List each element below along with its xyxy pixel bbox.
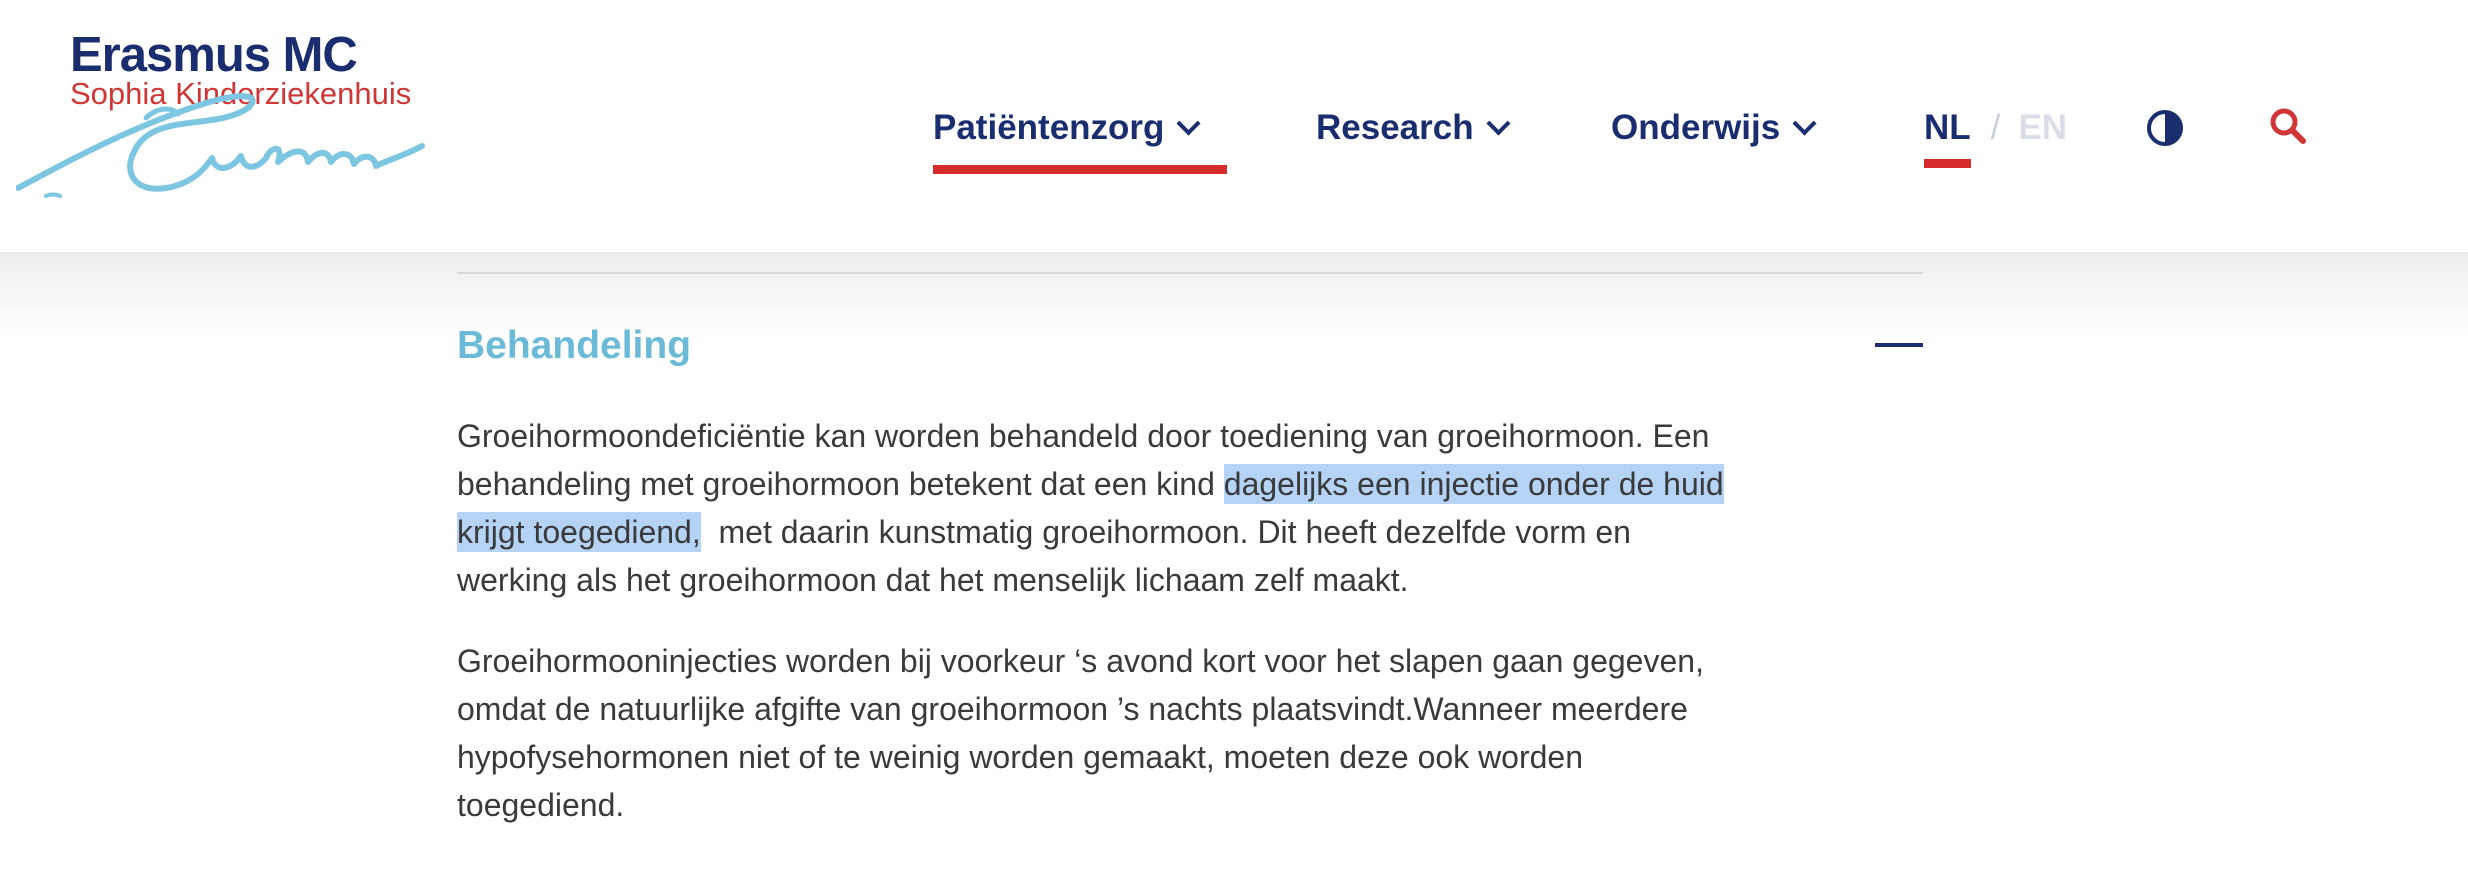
main-navigation: Patiëntenzorg Research Onderwijs NL / EN — [0, 92, 2468, 174]
minus-icon[interactable] — [1875, 343, 1923, 347]
chevron-down-icon — [1176, 110, 1201, 136]
chevron-down-icon — [1792, 110, 1817, 136]
search-icon[interactable] — [2268, 106, 2308, 146]
nav-item-patientenzorg[interactable]: Patiëntenzorg — [933, 92, 1227, 174]
paragraph-line: toegediend. — [457, 787, 625, 823]
text-span: met daarin kunstmatig groeihormoon. Dit … — [700, 514, 1631, 550]
contrast-icon[interactable] — [2146, 109, 2184, 147]
accordion-behandeling-header[interactable]: Behandeling — [457, 316, 1923, 376]
paragraph-1: Groeihormoondeficiëntie kan worden behan… — [457, 412, 1923, 604]
nav-item-label: Research — [1316, 108, 1474, 147]
paragraph-line: omdat de natuurlijke afgifte van groeiho… — [457, 691, 1688, 727]
lang-en-link[interactable]: EN — [2018, 108, 2067, 148]
paragraph-line: werking als het groeihormoon dat het men… — [457, 556, 1923, 604]
text-span: Groeihormoondeficiëntie kan worden behan… — [457, 418, 1710, 454]
paragraph-line: behandeling met groeihormoon betekent da… — [457, 460, 1923, 508]
selected-text[interactable]: krijgt toegediend, — [457, 512, 701, 552]
text-span: werking als het groeihormoon dat het men… — [457, 562, 1409, 598]
section-title: Behandeling — [457, 324, 692, 367]
text-span: behandeling met groeihormoon betekent da… — [457, 466, 1224, 502]
paragraph-line: hypofysehormonen niet of te weinig worde… — [457, 739, 1584, 775]
section-divider — [457, 272, 1923, 274]
site-header: Erasmus MC Sophia Kinderziekenhuis Patië… — [0, 0, 2468, 252]
paragraph-2: Groeihormooninjecties worden bij voorkeu… — [457, 637, 1923, 829]
nav-item-label: Patiëntenzorg — [933, 108, 1165, 147]
nav-item-label: Onderwijs — [1611, 108, 1781, 147]
lang-separator: / — [1990, 108, 2001, 147]
language-switch: NL / EN — [1924, 92, 2067, 168]
paragraph-line: Groeihormoondeficiëntie kan worden behan… — [457, 412, 1923, 460]
nav-item-onderwijs[interactable]: Onderwijs — [1611, 92, 1817, 164]
lang-nl-link[interactable]: NL — [1924, 108, 1971, 168]
paragraph-line: Groeihormooninjecties worden bij voorkeu… — [457, 643, 1704, 679]
paragraph-line: krijgt toegediend, met daarin kunstmatig… — [457, 508, 1923, 556]
nav-item-research[interactable]: Research — [1316, 92, 1511, 164]
selected-text[interactable]: dagelijks een injectie onder de huid — [1223, 464, 1724, 504]
chevron-down-icon — [1486, 110, 1511, 136]
